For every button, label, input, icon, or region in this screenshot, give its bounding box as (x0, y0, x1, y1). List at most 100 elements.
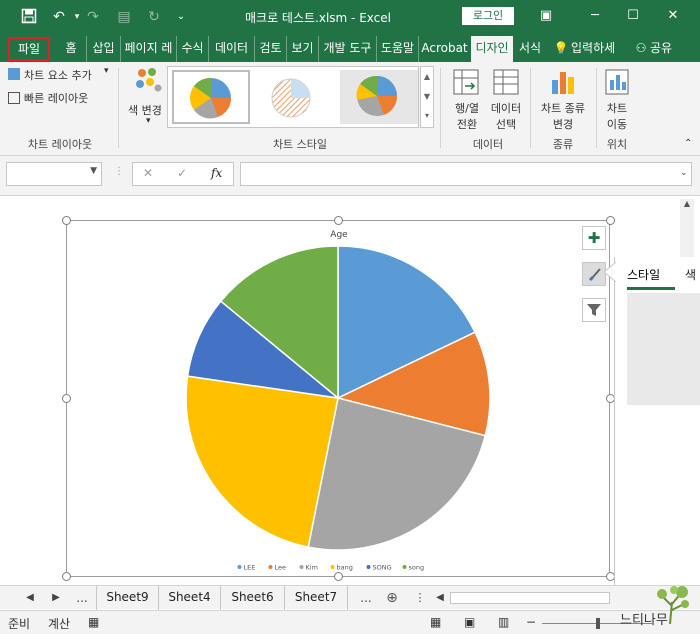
gallery-more-icon[interactable]: ▾ (421, 107, 433, 125)
sheet-more-right[interactable]: ... (358, 588, 374, 608)
tab-color[interactable]: 색 (685, 266, 696, 283)
calculate-status[interactable]: 계산 (48, 615, 70, 632)
tell-me-input[interactable]: 입력하세 (571, 36, 621, 62)
hscroll-left-icon[interactable]: ◀ (432, 588, 448, 608)
legend-entry[interactable]: Kim (306, 564, 318, 572)
chevron-up-icon[interactable]: ▲ (421, 67, 433, 87)
move-chart-button[interactable]: 차트 이동 (598, 100, 636, 132)
sheet-more-left[interactable]: ... (74, 588, 90, 608)
normal-view-icon[interactable]: ▦ (430, 615, 441, 629)
tab-acrobat[interactable]: Acrobat (418, 36, 470, 62)
sheet-tab[interactable]: Sheet9 (96, 586, 158, 610)
login-button[interactable]: 로그인 (462, 7, 514, 25)
group-chart-layout: 차트 레이아웃 (27, 138, 93, 151)
tab-view[interactable]: 보기 (286, 36, 318, 62)
divider (118, 68, 119, 148)
customize-qa-icon[interactable]: ⌄ (172, 8, 190, 26)
pie-plot[interactable] (180, 240, 500, 560)
legend-marker (268, 565, 273, 569)
quick-layout-button[interactable]: 빠른 레이아웃 (24, 90, 88, 106)
page-layout-view-icon[interactable]: ▣ (464, 615, 475, 629)
add-chart-element-icon (8, 68, 20, 80)
resize-handle[interactable] (334, 216, 343, 225)
tab-help[interactable]: 도움말 (376, 36, 418, 62)
add-chart-element-button[interactable]: 차트 요소 추가 (24, 67, 92, 83)
tab-developer[interactable]: 개발 도구 (318, 36, 376, 62)
switch-row-column-button[interactable]: 행/열 전환 (450, 100, 484, 132)
chevron-down-icon[interactable]: ▼ (90, 166, 97, 176)
legend-entry[interactable]: Lee (275, 564, 287, 572)
enter-icon[interactable]: ✓ (177, 166, 187, 180)
macro-record-icon[interactable]: ▦ (88, 615, 99, 629)
style-thumb-2[interactable] (254, 70, 332, 124)
legend-entry[interactable]: song (409, 564, 425, 572)
legend-entry[interactable]: SONG (373, 564, 392, 572)
formula-input[interactable] (240, 162, 692, 186)
zoom-out-icon[interactable]: − (526, 615, 536, 629)
divider (440, 68, 441, 148)
chevron-up-icon[interactable]: ▲ (680, 199, 694, 208)
resize-handle[interactable] (62, 394, 71, 403)
formula-bar-grip-icon[interactable]: ⋮ (114, 166, 124, 177)
insert-function-button[interactable]: fx (211, 166, 222, 180)
ribbon: 차트 요소 추가 ▾ 빠른 레이아웃 차트 레이아웃 색 변경 ▾ ▲ ▼ ▾ … (0, 62, 700, 156)
chevron-down-icon[interactable]: ▼ (421, 87, 433, 107)
person-icon: ⚇ (635, 41, 647, 55)
change-colors-button[interactable]: 색 변경 (128, 102, 162, 118)
refresh-icon[interactable]: ↻ (145, 8, 163, 26)
collapse-ribbon-icon[interactable]: ⌃ (684, 138, 692, 149)
legend-marker (299, 565, 304, 569)
resize-handle[interactable] (62, 216, 71, 225)
add-sheet-icon[interactable]: ⊕ (384, 588, 400, 608)
tab-data[interactable]: 데이터 (208, 36, 254, 62)
vertical-scrollbar[interactable]: ▲ (680, 199, 694, 259)
brush-icon[interactable] (582, 262, 606, 286)
prev-sheet-icon[interactable]: ◀ (22, 588, 38, 608)
sheet-tab[interactable]: Sheet6 (220, 586, 284, 610)
active-tab-indicator (627, 287, 675, 290)
legend-entry[interactable]: LEE (244, 564, 256, 572)
cancel-icon[interactable]: ✕ (143, 166, 153, 180)
palette-icon (136, 68, 162, 92)
select-data-label-1: 데이터 (490, 102, 522, 115)
select-data-icon (493, 69, 519, 95)
gallery-scrollbar[interactable]: ▲ ▼ ▾ (420, 66, 434, 128)
style-preview-panel[interactable] (627, 293, 700, 405)
share-button[interactable]: 공유 (650, 36, 682, 62)
tab-review[interactable]: 검토 (254, 36, 286, 62)
group-location: 위치 (606, 138, 628, 151)
tab-formulas[interactable]: 수식 (176, 36, 208, 62)
expand-formula-icon[interactable]: ⌄ (680, 168, 688, 178)
chart-title[interactable]: Age (0, 230, 678, 240)
filter-icon[interactable] (582, 298, 606, 322)
legend-marker (402, 565, 407, 569)
ribbon-display-icon[interactable]: ▣ (535, 6, 557, 26)
splitter-grip-icon[interactable]: ⋮ (412, 588, 428, 608)
maximize-icon[interactable]: ☐ (622, 6, 644, 26)
sheet-tab[interactable]: Sheet7 (284, 586, 348, 610)
tab-design[interactable]: 디자인 (471, 36, 513, 62)
plus-icon[interactable]: ✚ (582, 226, 606, 250)
change-chart-type-button[interactable]: 차트 종류 변경 (536, 100, 590, 132)
horizontal-scrollbar[interactable] (450, 592, 610, 604)
style-thumb-3[interactable] (340, 70, 418, 124)
tab-style[interactable]: 스타일 (627, 266, 660, 283)
tab-page-layout[interactable]: 페이지 레 (120, 36, 176, 62)
group-type: 종류 (552, 138, 574, 151)
legend-marker (330, 565, 335, 569)
legend-entry[interactable]: bang (337, 564, 353, 572)
select-data-button[interactable]: 데이터 선택 (488, 100, 524, 132)
style-thumb-1[interactable] (172, 70, 250, 124)
select-data-label-2: 선택 (495, 118, 517, 131)
zoom-slider-handle[interactable] (596, 618, 600, 629)
window-title: 매크로 테스트.xlsm - Excel (245, 11, 391, 25)
close-icon[interactable]: ✕ (662, 6, 684, 26)
page-break-view-icon[interactable]: ▥ (498, 615, 509, 629)
sheet-tab[interactable]: Sheet4 (158, 586, 220, 610)
tab-format[interactable]: 서식 (514, 36, 546, 62)
name-box[interactable]: ▼ (6, 162, 102, 186)
next-sheet-icon[interactable]: ▶ (48, 588, 64, 608)
resize-handle[interactable] (606, 216, 615, 225)
minimize-icon[interactable]: ─ (584, 6, 606, 26)
chart-legend[interactable]: LEE Lee Kim bang SONG song (66, 560, 610, 574)
